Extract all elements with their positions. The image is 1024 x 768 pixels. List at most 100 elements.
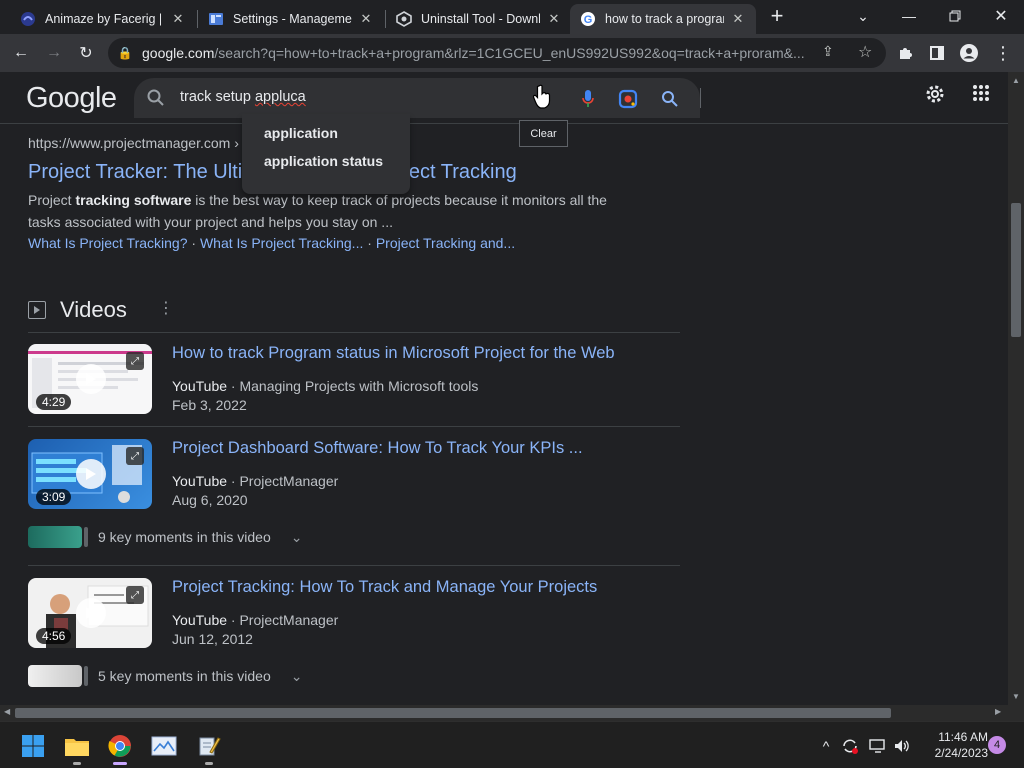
address-url[interactable]: google.com/search?q=how+to+track+a+progr… [142,45,822,61]
chevron-down-icon[interactable]: ⌄ [291,529,303,546]
browser-toolbar: ← → ↻ 🔒 google.com/search?q=how+to+track… [0,34,1024,72]
file-explorer-icon[interactable] [61,730,93,765]
address-bar[interactable]: 🔒 google.com/search?q=how+to+track+a+pro… [108,38,886,68]
scroll-down-arrow-icon[interactable]: ▼ [1012,692,1020,701]
searchbox-divider [700,88,701,108]
search-box[interactable]: track setup appluca [134,78,701,118]
video-thumbnail[interactable]: ⤢ 3:09 [28,439,152,509]
horizontal-scroll-thumb[interactable] [15,708,891,718]
windows-taskbar: ^ 11:46 AM 2/24/2023 4 [0,721,1024,768]
system-clock[interactable]: 11:46 AM 2/24/2023 [918,729,988,761]
google-apps-grid-icon[interactable] [971,83,991,103]
tab-uninstall-tool[interactable]: Uninstall Tool - Downlo ✕ [386,4,572,34]
horizontal-scrollbar[interactable]: ◀ ▶ [0,705,1008,721]
search-input[interactable]: track setup appluca [180,89,306,105]
video-play-box-icon [28,301,46,319]
video-date: Feb 3, 2022 [172,397,247,413]
scroll-left-arrow-icon[interactable]: ◀ [4,707,10,716]
volume-icon[interactable] [892,736,912,756]
more-options-icon[interactable]: ⋮ [158,301,174,317]
key-moments-toggle[interactable]: 9 key moments in this video ⌄ [28,524,302,550]
google-lens-icon[interactable] [618,89,638,109]
vertical-scrollbar[interactable]: ▲ ▼ [1008,72,1024,705]
close-tab-icon[interactable]: ✕ [170,11,186,27]
google-logo[interactable]: Google [26,82,117,115]
active-indicator [113,762,127,765]
reload-icon[interactable]: ↻ [73,40,99,66]
browser-tab-strip: Animaze by Facerig | Ci ✕ Settings - Man… [0,0,1024,34]
show-hidden-icons-chevron-icon[interactable]: ^ [816,736,836,756]
video-source: YouTube · ProjectManager [172,473,339,489]
video-date: Aug 6, 2020 [172,492,248,508]
back-arrow-icon[interactable]: ← [8,40,34,66]
video-title-link[interactable]: Project Dashboard Software: How To Track… [172,439,583,458]
side-panel-icon[interactable] [924,40,950,66]
photos-app-icon[interactable] [148,730,180,762]
divider [28,332,680,333]
new-tab-button[interactable]: + [760,0,794,32]
bookmark-star-icon[interactable]: ☆ [858,42,872,62]
video-thumbnail[interactable]: ⤢ 4:56 [28,578,152,648]
tab-settings-management[interactable]: Settings - Management ✕ [198,4,384,34]
videos-heading: Videos [60,297,127,322]
video-thumbnail[interactable]: ⤢ 4:29 [28,344,152,414]
scrollbar-corner [1008,705,1024,721]
video-duration: 4:29 [36,394,72,410]
sitelink[interactable]: What Is Project Tracking? [28,235,188,251]
voice-search-mic-icon[interactable] [578,89,598,109]
suggestion-item[interactable]: application [242,123,410,151]
notepad-pencil-icon[interactable] [193,730,225,765]
video-title-link[interactable]: How to track Program status in Microsoft… [172,344,615,363]
extensions-puzzle-icon[interactable] [892,40,918,66]
result-sitelinks: What Is Project Tracking? · What Is Proj… [28,235,516,251]
expand-icon[interactable]: ⤢ [126,352,144,370]
autocomplete-dropdown: application application status [242,114,410,194]
sitelink[interactable]: What Is Project Tracking... [200,235,363,251]
minimize-button[interactable]: — [886,0,932,32]
video-duration: 4:56 [36,628,72,644]
video-date: Jun 12, 2012 [172,631,253,647]
key-moments-thumbnail [28,526,88,548]
scroll-up-arrow-icon[interactable]: ▲ [1012,76,1020,85]
notification-badge[interactable]: 4 [988,736,1006,754]
video-title-link[interactable]: Project Tracking: How To Track and Manag… [172,578,597,597]
expand-icon[interactable]: ⤢ [126,586,144,604]
result-url[interactable]: https://www.projectmanager.com › [28,135,239,151]
network-icon[interactable] [868,736,888,756]
animaze-icon [20,11,36,27]
scroll-right-arrow-icon[interactable]: ▶ [995,707,1001,716]
hand-cursor-icon [532,84,551,109]
close-tab-icon[interactable]: ✕ [546,11,562,27]
close-tab-icon[interactable]: ✕ [730,11,746,27]
sitelink[interactable]: Project Tracking and... [376,235,515,251]
key-moments-thumbnail [28,665,88,687]
close-window-button[interactable]: ✕ [978,0,1024,32]
lock-icon[interactable]: 🔒 [108,46,142,60]
settings-doc-icon [208,11,224,27]
running-indicator [73,762,81,765]
tab-google-search[interactable]: G how to track a program ✕ [570,4,756,34]
close-tab-icon[interactable]: ✕ [358,11,374,27]
kebab-menu-icon[interactable]: ⋮ [990,40,1016,66]
sync-alert-icon[interactable] [840,736,860,756]
video-source: YouTube · Managing Projects with Microso… [172,378,479,394]
search-submit-icon[interactable] [660,89,680,109]
play-icon [76,459,106,489]
google-icon: G [580,11,596,27]
tab-search-chevron-icon[interactable]: ⌄ [840,0,886,32]
chevron-down-icon[interactable]: ⌄ [291,668,303,685]
settings-gear-icon[interactable] [924,83,946,105]
windows-start-icon[interactable] [17,730,49,762]
share-icon[interactable]: ⇪ [822,43,834,60]
forward-arrow-icon[interactable]: → [41,40,67,66]
play-icon [76,364,106,394]
restore-button[interactable] [932,0,978,32]
expand-icon[interactable]: ⤢ [126,447,144,465]
tab-animaze[interactable]: Animaze by Facerig | Ci ✕ [10,4,196,34]
vertical-scroll-thumb[interactable] [1011,203,1021,337]
chrome-icon[interactable] [104,730,136,765]
key-moments-toggle[interactable]: 5 key moments in this video ⌄ [28,663,302,689]
suggestion-item[interactable]: application status [242,151,410,179]
profile-avatar-icon[interactable] [956,40,982,66]
videos-section-header: Videos ⋮ [28,295,174,325]
